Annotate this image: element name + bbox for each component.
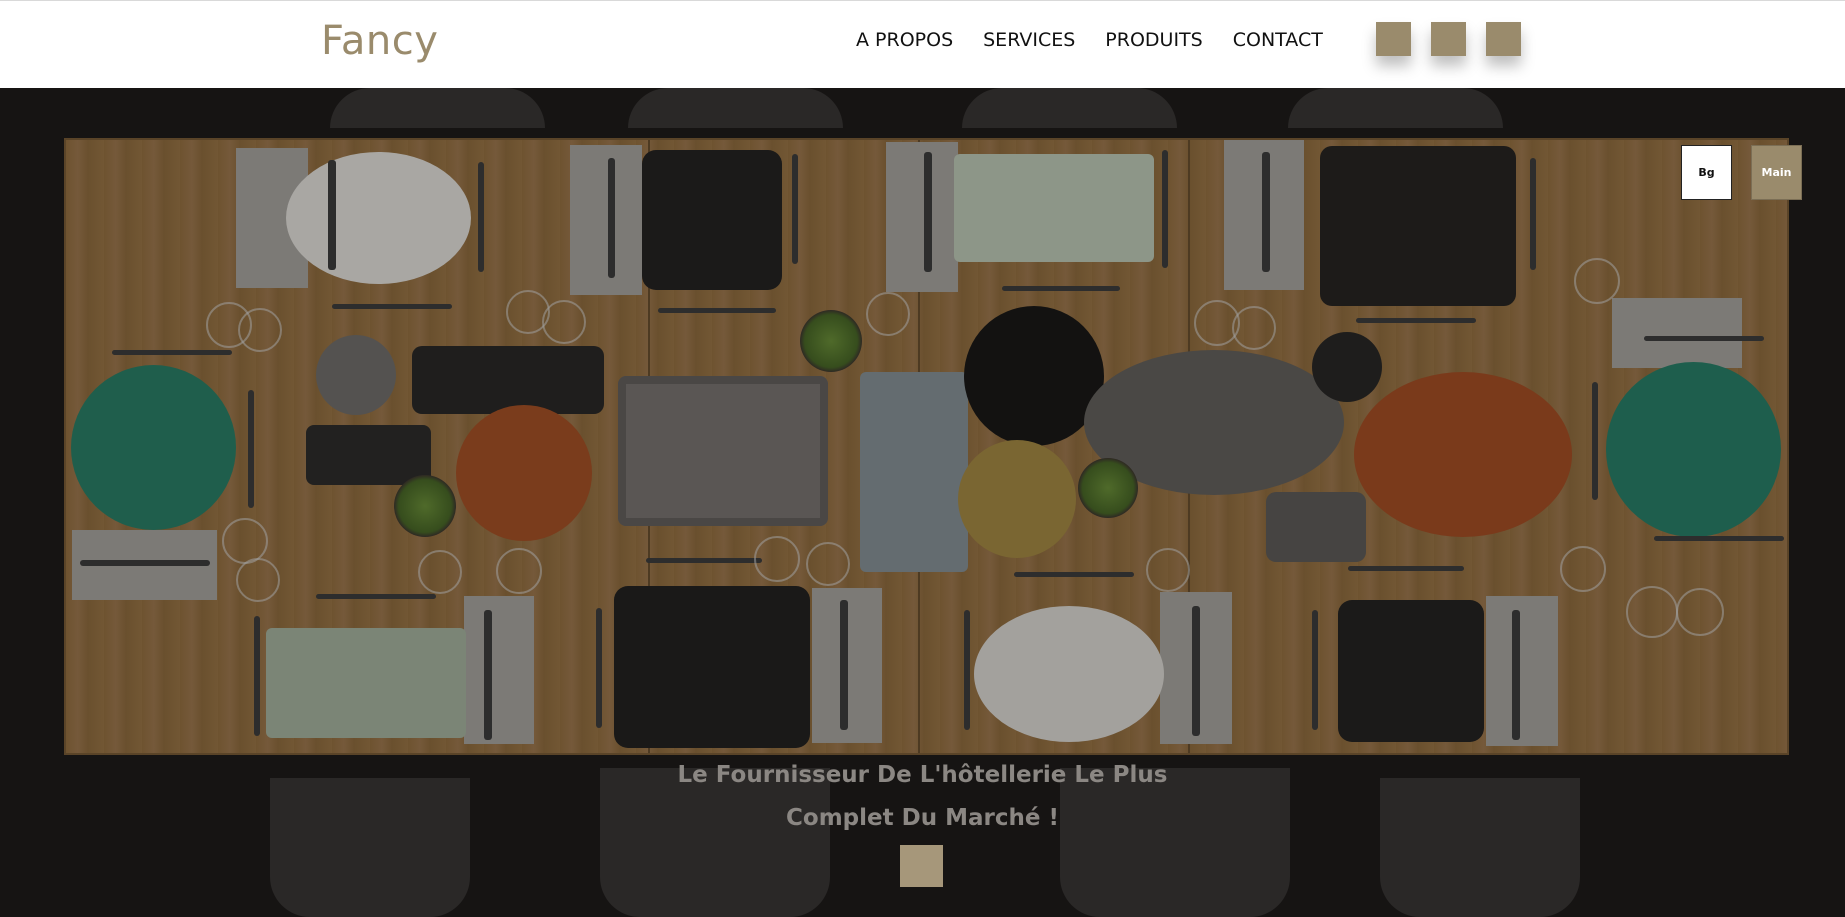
round-plate-teal [71, 365, 236, 530]
wine-glass [806, 542, 850, 586]
wine-glass [866, 292, 910, 336]
rect-plate-green [266, 628, 466, 738]
hero-tagline-line-2: Complet Du Marché ! [786, 805, 1059, 831]
plant-pot [394, 475, 456, 537]
rect-plate-green [954, 154, 1154, 262]
knife [328, 160, 336, 270]
spoon [1592, 382, 1598, 500]
knife [1512, 610, 1520, 740]
hero-section: Le Fournisseur De L'hôtellerie Le Plus C… [0, 88, 1845, 917]
rect-plate-blue [860, 372, 968, 572]
nav-link-contact[interactable]: CONTACT [1233, 29, 1323, 51]
spoon [1348, 566, 1464, 571]
long-tray-black [412, 346, 604, 414]
social-icon-3[interactable] [1486, 22, 1521, 56]
bg-toggle-button[interactable]: Bg [1681, 145, 1732, 200]
social-icon-1[interactable] [1376, 22, 1411, 56]
bowl-orange [456, 405, 592, 541]
knife [1262, 152, 1270, 272]
wine-glass [1676, 588, 1724, 636]
wine-glass [236, 558, 280, 602]
chair-image [628, 88, 843, 128]
wine-glass [1232, 306, 1276, 350]
fork [596, 608, 602, 728]
wine-glass [1574, 258, 1620, 304]
wine-glass [496, 548, 542, 594]
main-nav: A PROPOS SERVICES PRODUITS CONTACT [856, 29, 1353, 51]
knife [1192, 606, 1200, 736]
square-plate-black [1320, 146, 1516, 306]
knife [484, 610, 492, 740]
square-plate-black [642, 150, 782, 290]
napkin [1486, 596, 1558, 746]
scroll-down-button[interactable] [900, 845, 943, 887]
wine-glass [1626, 586, 1678, 638]
fork [792, 154, 798, 264]
fork [478, 162, 484, 272]
wine-glass [542, 300, 586, 344]
chair-image [1288, 88, 1503, 128]
spoon [646, 558, 762, 563]
wine-glass [238, 308, 282, 352]
main-toggle-button[interactable]: Main [1751, 145, 1802, 200]
nav-link-a-propos[interactable]: A PROPOS [856, 29, 953, 51]
fork [964, 610, 970, 730]
square-plate-black [1338, 600, 1484, 742]
baking-dish-grey [618, 376, 828, 526]
spoon [316, 594, 436, 599]
hero-table-image [66, 140, 1787, 753]
knife [608, 158, 615, 278]
oval-plate-white [974, 606, 1164, 742]
butter-dish [306, 425, 431, 485]
nav-link-services[interactable]: SERVICES [983, 29, 1075, 51]
knife [924, 152, 932, 272]
plant-pot [800, 310, 862, 372]
napkin [1612, 298, 1742, 368]
napkin [570, 145, 642, 295]
wine-glass [222, 518, 268, 564]
napkin [464, 596, 534, 744]
square-plate-black [614, 586, 810, 748]
chair-image [330, 88, 545, 128]
hero-tagline-line-1: Le Fournisseur De L'hôtellerie Le Plus [677, 762, 1168, 788]
napkin [886, 142, 958, 292]
spoon [248, 390, 254, 508]
skillet-black [964, 306, 1104, 446]
knife [1644, 336, 1764, 341]
knife [840, 600, 848, 730]
oval-plate-orange [1354, 372, 1572, 537]
wine-glass [1560, 546, 1606, 592]
fork [1654, 536, 1784, 541]
spoon [332, 304, 452, 309]
teapot-black [1312, 332, 1382, 402]
site-logo[interactable]: Fancy [321, 18, 438, 64]
plant-pot [1078, 458, 1138, 518]
chair-image [962, 88, 1177, 128]
fork [254, 616, 260, 736]
small-tray-grey [1266, 492, 1366, 562]
site-header: Fancy A PROPOS SERVICES PRODUITS CONTACT [0, 0, 1845, 88]
spoon [1014, 572, 1134, 577]
oval-plate-white [286, 152, 471, 284]
page: Fancy A PROPOS SERVICES PRODUITS CONTACT [0, 0, 1845, 917]
wine-glass [754, 536, 800, 582]
spoon [658, 308, 776, 313]
fork [112, 350, 232, 355]
small-bowl [316, 335, 396, 415]
spoon [1002, 286, 1120, 291]
knife [80, 560, 210, 566]
bowl-yellow [958, 440, 1076, 558]
wine-glass [1146, 548, 1190, 592]
fork [1530, 158, 1536, 270]
spoon [1356, 318, 1476, 323]
hero-tagline: Le Fournisseur De L'hôtellerie Le Plus C… [0, 754, 1845, 840]
round-plate-teal [1606, 362, 1781, 537]
nav-link-produits[interactable]: PRODUITS [1105, 29, 1202, 51]
social-icon-2[interactable] [1431, 22, 1466, 56]
fork [1162, 150, 1168, 268]
wine-glass [418, 550, 462, 594]
fork [1312, 610, 1318, 730]
